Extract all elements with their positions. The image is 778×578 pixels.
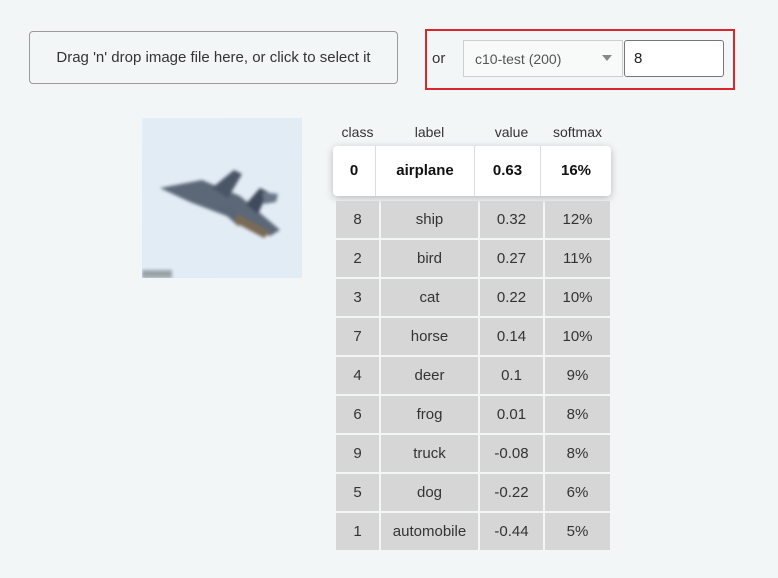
cell-value: -0.08 <box>480 435 543 472</box>
cell-softmax: 11% <box>545 240 610 277</box>
airplane-image-icon <box>142 118 302 278</box>
cell-label: cat <box>381 279 478 316</box>
table-row: 7 horse 0.14 10% <box>336 318 610 355</box>
cell-softmax: 12% <box>545 201 610 238</box>
header-label: label <box>414 124 445 140</box>
cell-class: 4 <box>336 357 379 394</box>
table-row: 5 dog -0.22 6% <box>336 474 610 511</box>
cell-class: 6 <box>336 396 379 433</box>
cell-label: bird <box>381 240 478 277</box>
cell-softmax: 8% <box>545 435 610 472</box>
chevron-down-icon <box>602 55 612 61</box>
top-softmax: 16% <box>560 162 592 179</box>
cell-class: 1 <box>336 513 379 550</box>
cell-softmax: 10% <box>545 279 610 316</box>
cell-label: deer <box>381 357 478 394</box>
cell-softmax: 6% <box>545 474 610 511</box>
cell-value: 0.32 <box>480 201 543 238</box>
top-label: airplane <box>376 146 475 196</box>
cell-label: horse <box>381 318 478 355</box>
cell-softmax: 8% <box>545 396 610 433</box>
or-label: or <box>432 50 446 67</box>
cell-class: 2 <box>336 240 379 277</box>
cell-label: ship <box>381 201 478 238</box>
cell-value: 0.01 <box>480 396 543 433</box>
table-row: 2 bird 0.27 11% <box>336 240 610 277</box>
header-class: class <box>341 124 374 140</box>
cell-label: automobile <box>381 513 478 550</box>
cell-class: 9 <box>336 435 379 472</box>
cell-class: 7 <box>336 318 379 355</box>
table-row: 1 automobile -0.44 5% <box>336 513 610 550</box>
header-value: value <box>494 124 529 140</box>
cell-softmax: 10% <box>545 318 610 355</box>
image-dropzone[interactable]: Drag 'n' drop image file here, or click … <box>29 31 398 84</box>
cell-label: dog <box>381 474 478 511</box>
dropzone-label: Drag 'n' drop image file here, or click … <box>56 49 371 66</box>
cell-class: 3 <box>336 279 379 316</box>
table-row: 6 frog 0.01 8% <box>336 396 610 433</box>
cell-value: -0.44 <box>480 513 543 550</box>
top-class: 0 <box>333 146 376 196</box>
cell-softmax: 9% <box>545 357 610 394</box>
image-index-input[interactable] <box>624 40 724 77</box>
cell-label: truck <box>381 435 478 472</box>
cell-value: -0.22 <box>480 474 543 511</box>
table-row: 4 deer 0.1 9% <box>336 357 610 394</box>
top-value: 0.63 <box>475 146 541 196</box>
cell-value: 0.27 <box>480 240 543 277</box>
cell-softmax: 5% <box>545 513 610 550</box>
top-prediction-row: 0 airplane 0.63 16% <box>333 146 611 196</box>
table-row: 8 ship 0.32 12% <box>336 201 610 238</box>
cell-class: 5 <box>336 474 379 511</box>
dataset-select-value: c10-test (200) <box>475 50 562 67</box>
header-softmax: softmax <box>552 124 602 140</box>
cell-value: 0.1 <box>480 357 543 394</box>
cell-label: frog <box>381 396 478 433</box>
dataset-select[interactable]: c10-test (200) <box>463 40 623 77</box>
table-row: 9 truck -0.08 8% <box>336 435 610 472</box>
table-row: 3 cat 0.22 10% <box>336 279 610 316</box>
cell-value: 0.14 <box>480 318 543 355</box>
cell-value: 0.22 <box>480 279 543 316</box>
cell-class: 8 <box>336 201 379 238</box>
input-image <box>142 118 302 278</box>
